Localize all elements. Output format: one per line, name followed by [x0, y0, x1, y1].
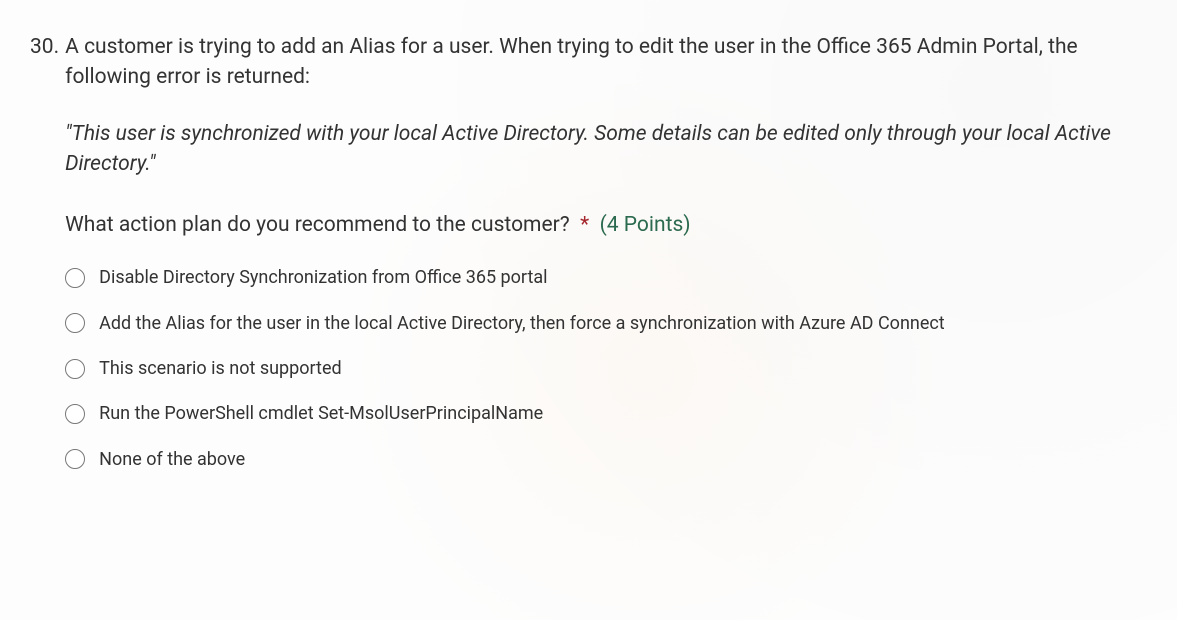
- radio-icon: [65, 359, 85, 379]
- option-label: Add the Alias for the user in the local …: [99, 312, 945, 335]
- question-body: A customer is trying to add an Alias for…: [65, 32, 1147, 493]
- option-label: Run the PowerShell cmdlet Set-MsolUserPr…: [99, 402, 543, 425]
- radio-icon: [65, 268, 85, 288]
- radio-icon: [65, 449, 85, 469]
- question-block: 30. A customer is trying to add an Alias…: [0, 0, 1177, 513]
- option-label: This scenario is not supported: [99, 357, 342, 380]
- radio-icon: [65, 404, 85, 424]
- option-label: Disable Directory Synchronization from O…: [99, 266, 547, 289]
- required-indicator: *: [580, 213, 589, 237]
- options-group: Disable Directory Synchronization from O…: [65, 266, 1147, 471]
- points-label: (4 Points): [600, 213, 691, 237]
- question-prompt: What action plan do you recommend to the…: [65, 210, 1147, 240]
- radio-icon: [65, 313, 85, 333]
- question-header: 30. A customer is trying to add an Alias…: [30, 32, 1147, 493]
- question-quote: "This user is synchronized with your loc…: [65, 119, 1147, 180]
- option-4[interactable]: Run the PowerShell cmdlet Set-MsolUserPr…: [65, 402, 1147, 425]
- question-stem: A customer is trying to add an Alias for…: [65, 32, 1147, 93]
- question-number: 30.: [30, 32, 59, 62]
- question-prompt-text: What action plan do you recommend to the…: [65, 213, 570, 237]
- option-label: None of the above: [99, 448, 245, 471]
- option-3[interactable]: This scenario is not supported: [65, 357, 1147, 380]
- option-1[interactable]: Disable Directory Synchronization from O…: [65, 266, 1147, 289]
- option-2[interactable]: Add the Alias for the user in the local …: [65, 312, 1147, 335]
- option-5[interactable]: None of the above: [65, 448, 1147, 471]
